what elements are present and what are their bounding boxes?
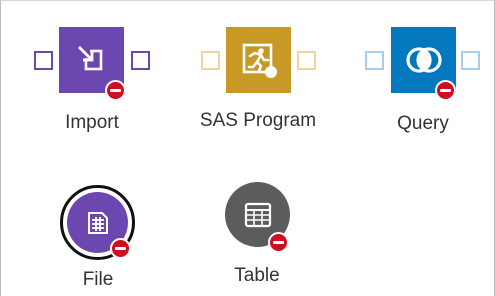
sas-program-label: SAS Program [199,110,317,131]
query-error-badge-icon [435,80,456,101]
query-output-port[interactable] [461,51,480,70]
table-error-badge-icon [268,232,289,253]
sas-program-input-port[interactable] [201,51,220,70]
import-error-badge-icon [105,80,126,101]
sas-program-runner-icon [242,43,277,78]
query-input-port[interactable] [365,51,384,70]
table-label: Table [234,265,280,286]
import-label: Import [65,112,119,133]
flow-palette-canvas: Import SAS Program Query File Table [0,0,495,296]
import-arrow-icon [75,44,102,71]
import-input-port[interactable] [34,51,53,70]
sas-program-node-box[interactable] [226,27,291,93]
sas-program-output-port[interactable] [297,51,316,70]
query-join-icon [405,47,442,73]
table-grid-icon [244,202,271,227]
import-output-port[interactable] [131,51,150,70]
query-label: Query [397,113,449,134]
file-grid-icon [87,211,108,234]
file-error-badge-icon [110,238,131,259]
file-label: File [82,269,114,290]
